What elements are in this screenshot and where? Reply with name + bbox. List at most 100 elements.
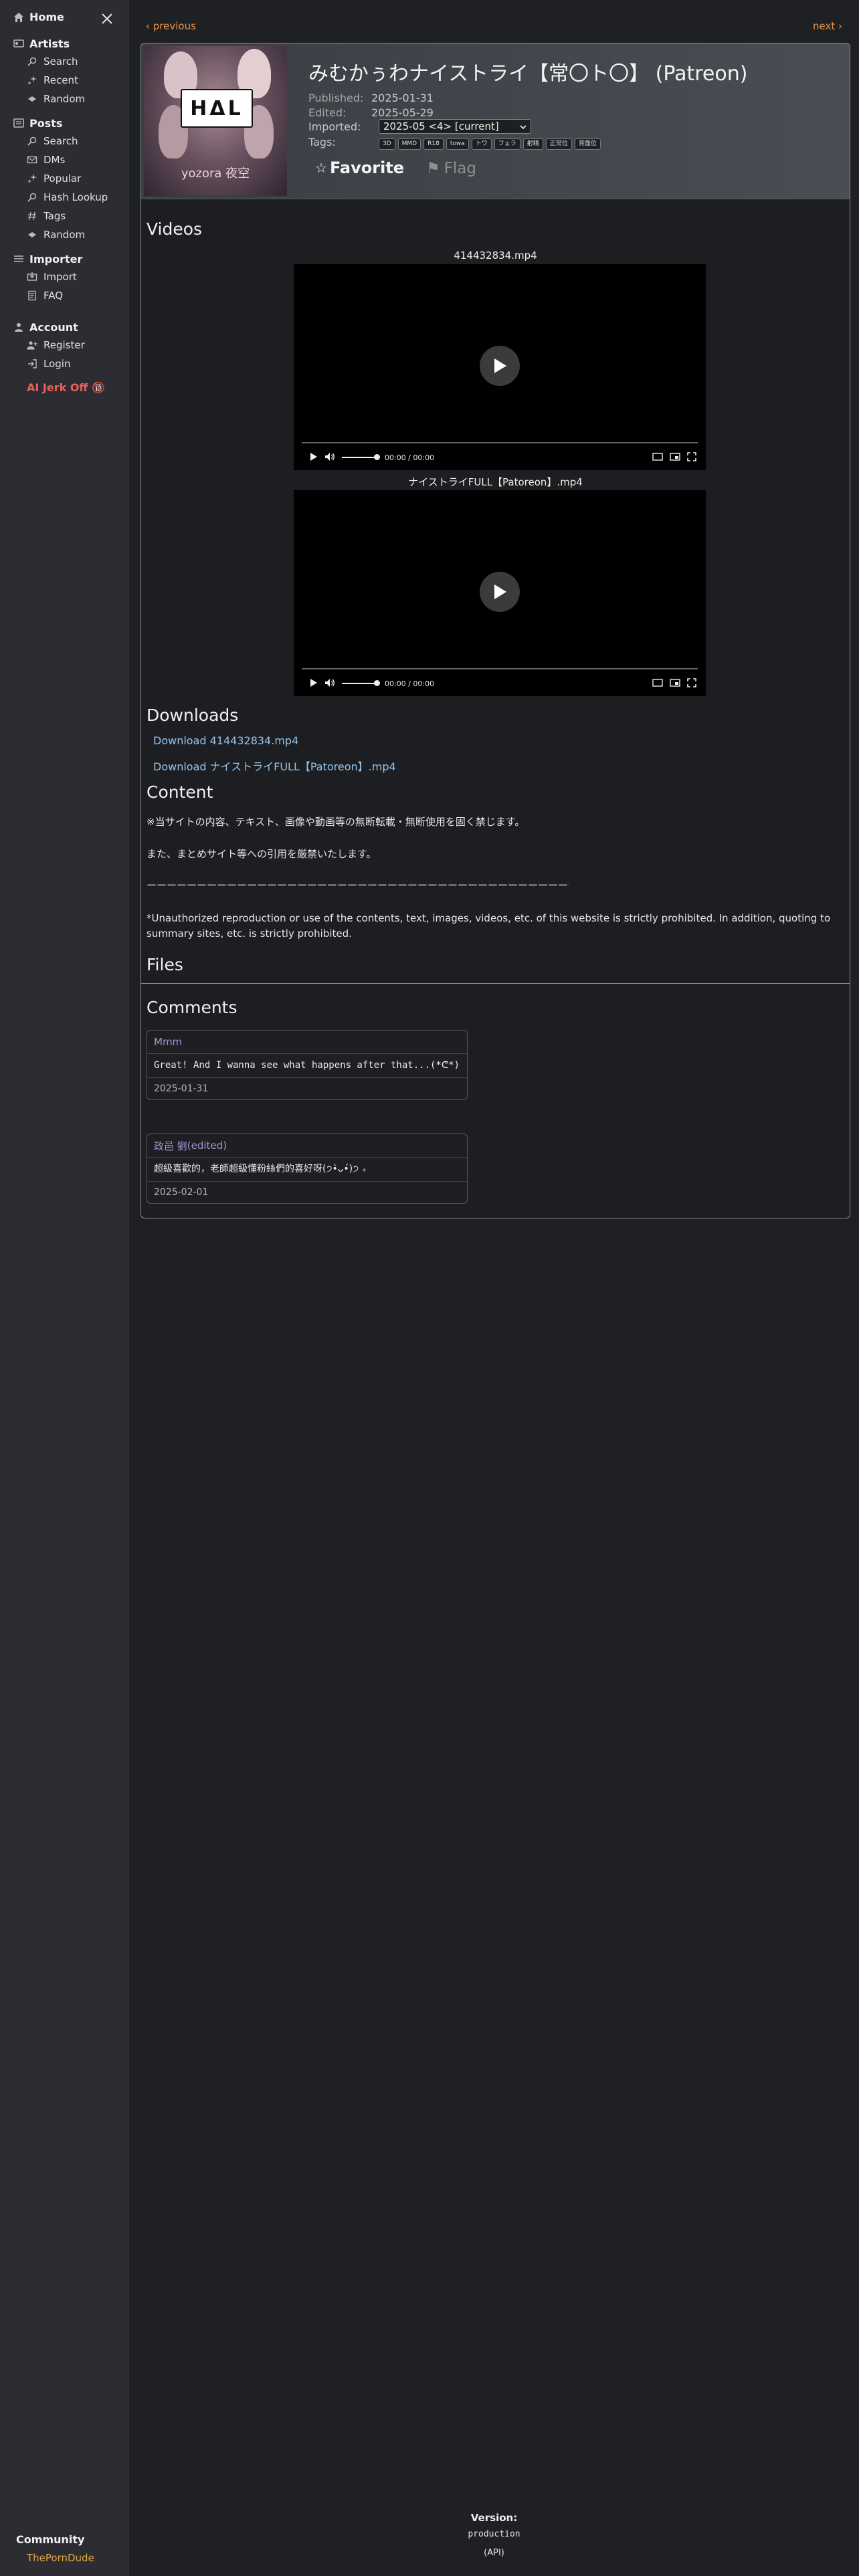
tag[interactable]: R18	[423, 138, 444, 150]
tag[interactable]: 射精	[522, 138, 543, 150]
sidebar-section-artists: Artists Search Recent Random	[13, 35, 85, 108]
fullscreen-icon[interactable]	[687, 451, 696, 463]
next-post-link[interactable]: next ›	[813, 20, 842, 32]
sidebar-item-faq[interactable]: FAQ	[13, 286, 82, 305]
video-filename: ナイストライFULL【Patoreon】.mp4	[408, 476, 583, 488]
picture-in-picture-icon[interactable]	[670, 678, 680, 689]
tag[interactable]: 背面位	[574, 138, 601, 150]
volume-slider[interactable]	[342, 454, 380, 460]
sidebar-item-dms[interactable]: DMs	[13, 150, 108, 169]
mail-icon	[27, 154, 37, 165]
content-divider-text: ーーーーーーーーーーーーーーーーーーーーーーーーーーーーーーーーーーーーーーーー…	[147, 879, 569, 891]
artist-avatar[interactable]: HΔL yozora 夜空	[144, 46, 287, 196]
account-heading: Account	[13, 318, 85, 336]
import-version-select[interactable]: 2025-05 <4> [current]	[379, 119, 531, 134]
volume-slider[interactable]	[342, 680, 380, 686]
video-progress-bar[interactable]	[302, 668, 698, 669]
sidebar-item-hash-lookup[interactable]: Hash Lookup	[13, 188, 108, 207]
previous-post-link[interactable]: ‹ previous	[146, 20, 196, 32]
sidebar-item-tags[interactable]: Tags	[13, 207, 108, 225]
tag-list: 3D MMD R18 towa トワ フェラ 射精 正常位 背面位	[379, 138, 601, 150]
search-icon	[27, 136, 37, 146]
video-player[interactable]: 00:00 / 00:00	[294, 264, 706, 470]
tag[interactable]: トワ	[471, 138, 492, 150]
comment-body: Great! And I wanna see what happens afte…	[147, 1054, 467, 1078]
comment-author[interactable]: 政邑 劉	[154, 1139, 187, 1153]
main-content: ‹ previous next › HΔL yozora 夜空 みむかぅわナイス…	[129, 0, 859, 2576]
download-link[interactable]: Download ナイストライFULL【Patoreon】.mp4	[153, 758, 396, 774]
sidebar-item-artists-random[interactable]: Random	[13, 90, 85, 108]
downloads-heading: Downloads	[147, 706, 239, 725]
edited-label: Edited:	[308, 106, 347, 119]
register-icon	[27, 340, 37, 350]
sidebar-item-artists-search[interactable]: Search	[13, 52, 85, 71]
ai-promo-link[interactable]: AI Jerk Off 🔞	[27, 381, 105, 394]
comment-date: 2025-01-31	[154, 1083, 209, 1094]
community-link[interactable]: ThePornDude	[27, 2552, 94, 2564]
post-title: みむかぅわナイストライ【常〇ト〇】 (Patreon)	[308, 62, 748, 86]
fullscreen-icon[interactable]	[687, 677, 696, 689]
content-paragraph: ※当サイトの内容、テキスト、画像や動画等の無断転載・無断使用を固く禁じます。	[147, 816, 525, 828]
play-icon[interactable]	[310, 452, 318, 463]
sidebar-item-artists-recent[interactable]: Recent	[13, 71, 85, 90]
version-label: Version:	[470, 2512, 518, 2524]
picture-in-picture-icon[interactable]	[670, 452, 680, 463]
star-icon: ☆	[315, 160, 327, 176]
posts-heading: Posts	[13, 114, 108, 132]
import-version-value: 2025-05 <4> [current]	[383, 120, 499, 132]
comment-date: 2025-02-01	[154, 1187, 209, 1198]
files-divider	[141, 983, 850, 984]
posts-icon	[13, 118, 24, 128]
video-filename: 414432834.mp4	[454, 249, 537, 261]
sidebar-item-popular[interactable]: Popular	[13, 169, 108, 188]
sidebar-section-account: Account Register Login	[13, 318, 85, 373]
video-progress-bar[interactable]	[302, 442, 698, 443]
close-icon[interactable]	[99, 11, 115, 27]
comment-author[interactable]: Mmm	[154, 1036, 182, 1048]
sidebar-top: Home	[13, 11, 115, 29]
video-time: 00:00 / 00:00	[385, 679, 435, 688]
sidebar-item-posts-search[interactable]: Search	[13, 132, 108, 150]
volume-icon[interactable]	[324, 678, 335, 689]
tag[interactable]: 3D	[379, 138, 395, 150]
home-link[interactable]: Home	[13, 11, 64, 23]
volume-icon[interactable]	[324, 452, 335, 463]
comment-body: 超級喜歡的，老師超級懂粉絲們的喜好呀(੭•̀ᴗ•́)੭ ₊	[147, 1158, 467, 1182]
sidebar-section-importer: Importer Import FAQ	[13, 250, 82, 305]
comment-header: 政邑 劉 (edited)	[147, 1134, 467, 1158]
post-card: HΔL yozora 夜空 みむかぅわナイストライ【常〇ト〇】 (Patreon…	[140, 43, 850, 1218]
chevron-down-icon	[520, 120, 527, 132]
importer-heading: Importer	[13, 250, 82, 267]
download-link[interactable]: Download 414432834.mp4	[153, 734, 298, 747]
comment: 政邑 劉 (edited) 超級喜歡的，老師超級懂粉絲們的喜好呀(੭•̀ᴗ•́)…	[147, 1134, 468, 1204]
video-player[interactable]: 00:00 / 00:00	[294, 490, 706, 696]
tag[interactable]: フェラ	[494, 138, 520, 150]
tag[interactable]: MMD	[397, 138, 421, 150]
play-icon[interactable]	[480, 572, 520, 612]
sidebar-item-register[interactable]: Register	[13, 336, 85, 354]
sidebar-item-login[interactable]: Login	[13, 354, 85, 373]
captions-icon[interactable]	[652, 678, 663, 689]
comments-heading: Comments	[147, 998, 237, 1017]
account-icon	[13, 322, 24, 332]
comment: Mmm Great! And I wanna see what happens …	[147, 1030, 468, 1100]
flag-button[interactable]: ⚑ Flag	[426, 160, 476, 177]
home-icon	[13, 12, 24, 23]
sidebar-item-posts-random[interactable]: Random	[13, 225, 108, 244]
login-icon	[27, 358, 37, 369]
faq-icon	[27, 290, 37, 301]
video-time: 00:00 / 00:00	[385, 453, 435, 462]
tags-label: Tags:	[308, 136, 336, 148]
api-link[interactable]: (API)	[129, 2548, 859, 2558]
tag[interactable]: 正常位	[545, 138, 572, 150]
dice-icon	[27, 229, 37, 240]
play-icon[interactable]	[480, 346, 520, 386]
community-heading: Community	[16, 2533, 85, 2546]
comment-edited-label: edited	[191, 1140, 223, 1152]
sidebar-item-import[interactable]: Import	[13, 267, 82, 286]
captions-icon[interactable]	[652, 452, 663, 463]
play-icon[interactable]	[310, 678, 318, 689]
tag[interactable]: towa	[446, 138, 469, 150]
favorite-button[interactable]: ☆ Favorite	[315, 158, 404, 177]
published-date: 2025-01-31	[371, 92, 434, 104]
